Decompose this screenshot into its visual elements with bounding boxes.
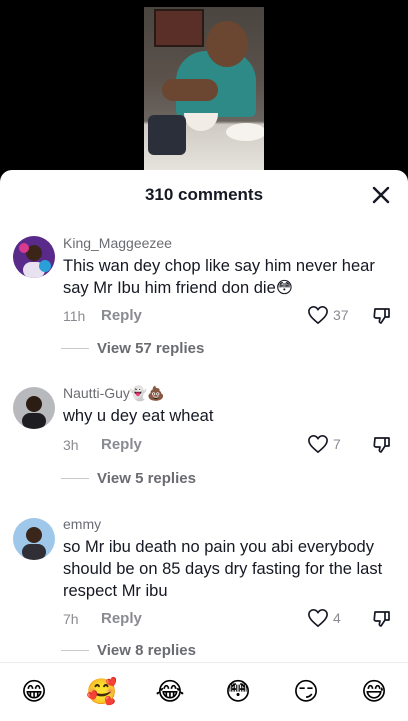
view-replies-button[interactable]: View 5 replies xyxy=(61,470,196,487)
avatar[interactable] xyxy=(13,236,55,278)
comment-text: so Mr ibu death no pain you abi everybod… xyxy=(63,538,383,600)
reply-button[interactable]: Reply xyxy=(101,307,142,324)
reply-button[interactable]: Reply xyxy=(101,610,142,627)
like-button[interactable]: 37 xyxy=(307,305,349,325)
person-arm xyxy=(162,79,218,101)
close-icon[interactable] xyxy=(370,184,392,206)
reply-button[interactable]: Reply xyxy=(101,436,142,453)
comment-text: This wan dey chop like say him never hea… xyxy=(63,257,375,297)
comment-username[interactable]: emmy xyxy=(63,516,101,532)
divider-line xyxy=(61,478,89,479)
view-replies-label: View 57 replies xyxy=(97,340,205,357)
like-count: 37 xyxy=(333,307,349,323)
person-head xyxy=(206,21,248,67)
comments-count-title: 310 comments xyxy=(144,185,264,204)
view-replies-label: View 5 replies xyxy=(97,470,196,487)
thumbs-down-icon[interactable] xyxy=(372,306,392,326)
heart-outline-icon xyxy=(308,305,328,325)
video-preview[interactable] xyxy=(144,7,264,170)
sheet-header: 310 comments xyxy=(0,170,408,220)
view-replies-button[interactable]: View 8 replies xyxy=(61,642,196,659)
emoji-quick-bar: 😁 🥰 😂 😳 😏 😅 xyxy=(0,662,408,721)
thumbs-down-icon[interactable] xyxy=(372,609,392,629)
heart-outline-icon xyxy=(308,608,328,628)
comment-time: 3h xyxy=(63,437,79,453)
emoji-button[interactable]: 😳 xyxy=(218,677,258,707)
like-count: 7 xyxy=(333,436,341,452)
comments-sheet: 310 comments King_Maggeezee This wan dey… xyxy=(0,170,408,720)
like-button[interactable]: 7 xyxy=(307,434,341,454)
emoji-button[interactable]: 😏 xyxy=(286,677,326,707)
wall-picture xyxy=(154,9,204,47)
comment-username[interactable]: Nautti-Guy👻💩 xyxy=(63,385,165,402)
view-replies-label: View 8 replies xyxy=(97,642,196,659)
comment-username[interactable]: King_Maggeezee xyxy=(63,235,172,251)
divider-line xyxy=(61,348,89,349)
avatar[interactable] xyxy=(13,518,55,560)
thumbs-down-icon[interactable] xyxy=(372,435,392,455)
emoji-button[interactable]: 😂 xyxy=(150,677,190,707)
avatar[interactable] xyxy=(13,387,55,429)
view-replies-button[interactable]: View 57 replies xyxy=(61,340,204,357)
emoji-button[interactable]: 😅 xyxy=(354,677,394,707)
comment-time: 11h xyxy=(63,308,86,324)
emoji-button[interactable]: 🥰 xyxy=(82,678,122,707)
plate xyxy=(226,123,264,141)
mug xyxy=(148,115,186,155)
comment-time: 7h xyxy=(63,611,79,627)
like-button[interactable]: 4 xyxy=(307,608,341,628)
divider-line xyxy=(61,650,89,651)
emoji-button[interactable]: 😁 xyxy=(14,677,54,707)
like-count: 4 xyxy=(333,610,341,626)
heart-outline-icon xyxy=(308,434,328,454)
comment-text: why u dey eat wheat xyxy=(63,407,214,425)
